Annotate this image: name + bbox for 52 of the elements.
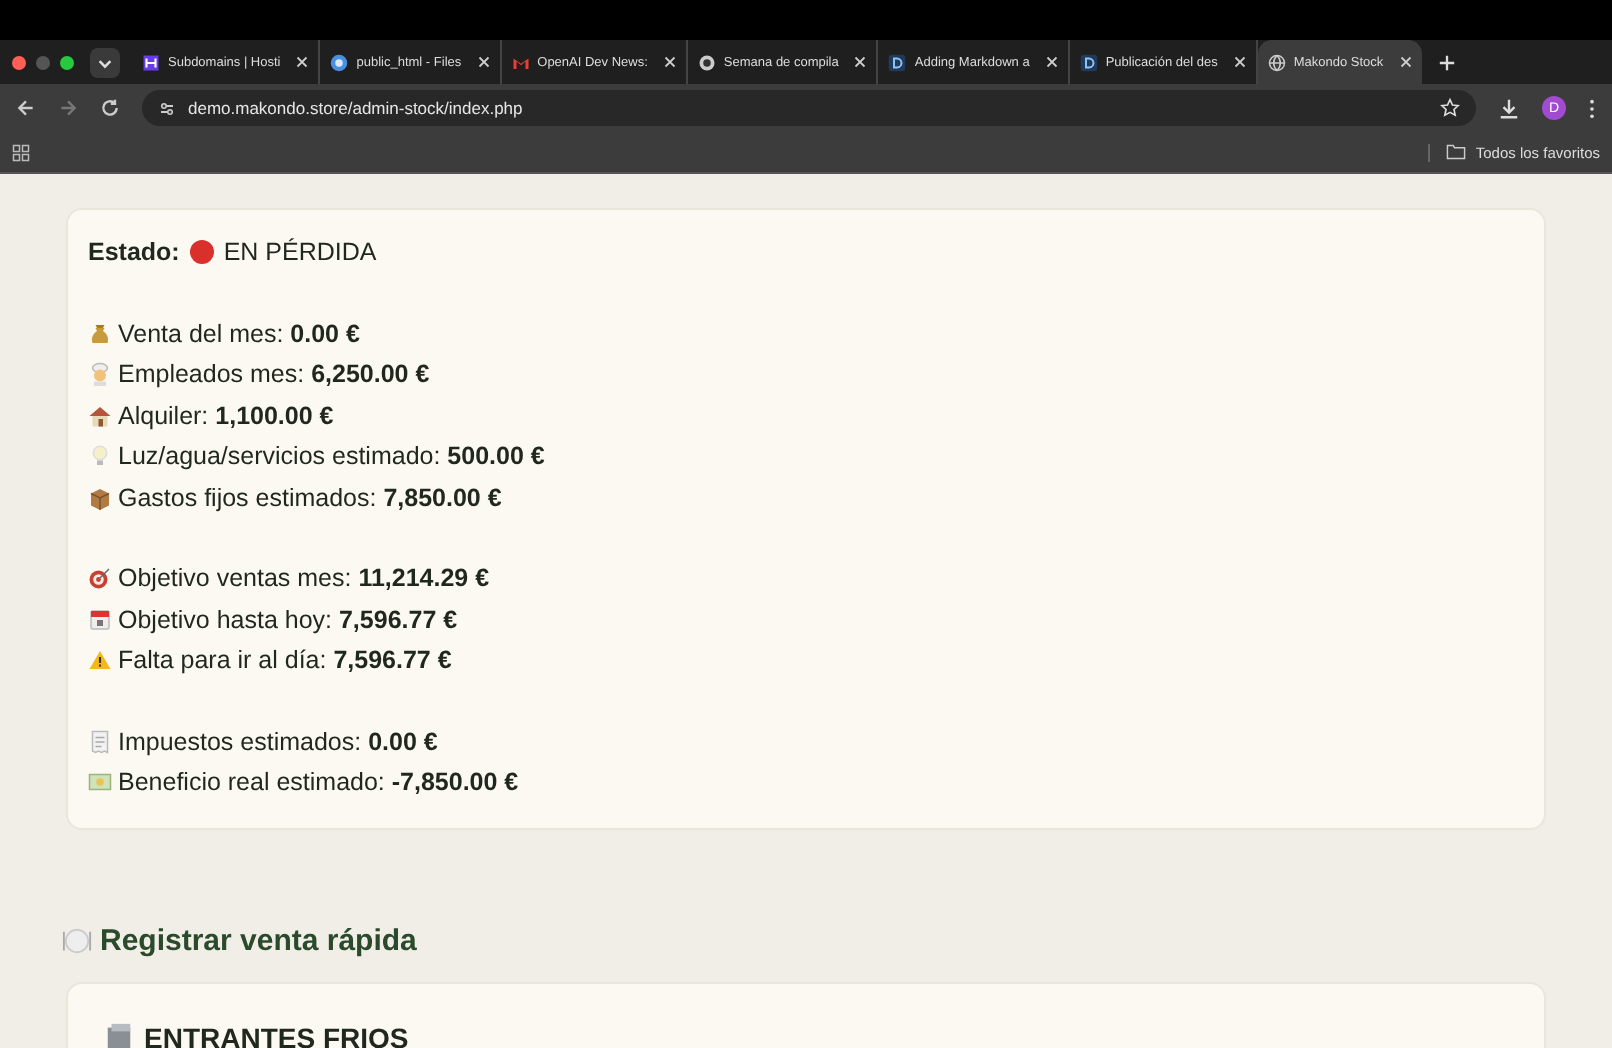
section-heading: Registrar venta rápida — [100, 923, 417, 957]
close-icon[interactable] — [1399, 56, 1412, 68]
chef-icon — [88, 362, 112, 387]
house-icon — [88, 403, 112, 428]
status-label: Estado: — [88, 238, 180, 267]
apps-grid-icon[interactable] — [12, 143, 30, 161]
summary-text: Venta del mes: 0.00 € — [118, 319, 360, 348]
close-icon[interactable] — [1045, 56, 1058, 68]
calendar-icon — [88, 607, 112, 632]
status-value: EN PÉRDIDA — [223, 238, 377, 267]
menu-icon[interactable] — [1588, 97, 1596, 119]
back-icon[interactable] — [16, 98, 36, 118]
reload-icon[interactable] — [100, 98, 120, 118]
warning-icon — [88, 648, 112, 673]
close-icon[interactable] — [854, 56, 867, 68]
bookmark-star-icon[interactable] — [1440, 98, 1460, 118]
download-icon[interactable] — [1498, 97, 1520, 119]
plate-icon — [62, 925, 92, 955]
close-icon[interactable] — [477, 56, 490, 68]
tab-favicon-icon — [511, 53, 530, 71]
summary-text: Objetivo ventas mes: 11,214.29 € — [118, 564, 490, 593]
forward-icon[interactable] — [58, 98, 78, 118]
lightbulb-icon — [88, 444, 112, 469]
tab-favicon-icon — [1267, 53, 1286, 71]
money-bag-icon — [88, 321, 112, 346]
close-icon[interactable] — [663, 56, 676, 68]
tab-search-button[interactable] — [90, 47, 120, 77]
card-index-icon — [104, 1022, 134, 1048]
category-heading: ENTRANTES FRIOS — [144, 1021, 409, 1048]
address-field[interactable]: demo.makondo.store/admin-stock/index.php — [142, 90, 1476, 126]
banknote-icon — [88, 770, 112, 795]
summary-text: Alquiler: 1,100.00 € — [118, 401, 334, 430]
box-icon — [88, 485, 112, 510]
folder-icon — [1445, 144, 1466, 160]
summary-text: Objetivo hasta hoy: 7,596.77 € — [118, 605, 458, 634]
summary-text: Luz/agua/servicios estimado: 500.00 € — [118, 442, 545, 471]
tab-favicon-icon — [330, 53, 349, 71]
summary-text: Beneficio real estimado: -7,850.00 € — [118, 768, 519, 797]
tab-favicon-icon — [1079, 53, 1098, 71]
tab-favicon-icon — [888, 53, 907, 71]
tab-favicon-icon — [697, 53, 716, 71]
target-icon — [88, 566, 112, 591]
tab-favicon-icon — [142, 53, 160, 71]
summary-text: Empleados mes: 6,250.00 € — [118, 360, 430, 389]
summary-text: Gastos fijos estimados: 7,850.00 € — [118, 483, 502, 512]
summary-text: Impuestos estimados: 0.00 € — [118, 727, 438, 756]
close-icon[interactable] — [296, 56, 309, 68]
close-icon[interactable] — [1233, 56, 1246, 68]
site-settings-icon[interactable] — [158, 99, 176, 117]
new-tab-icon[interactable] — [1437, 53, 1456, 71]
summary-text: Falta para ir al día: 7,596.77 € — [118, 646, 452, 675]
receipt-icon — [88, 729, 112, 754]
